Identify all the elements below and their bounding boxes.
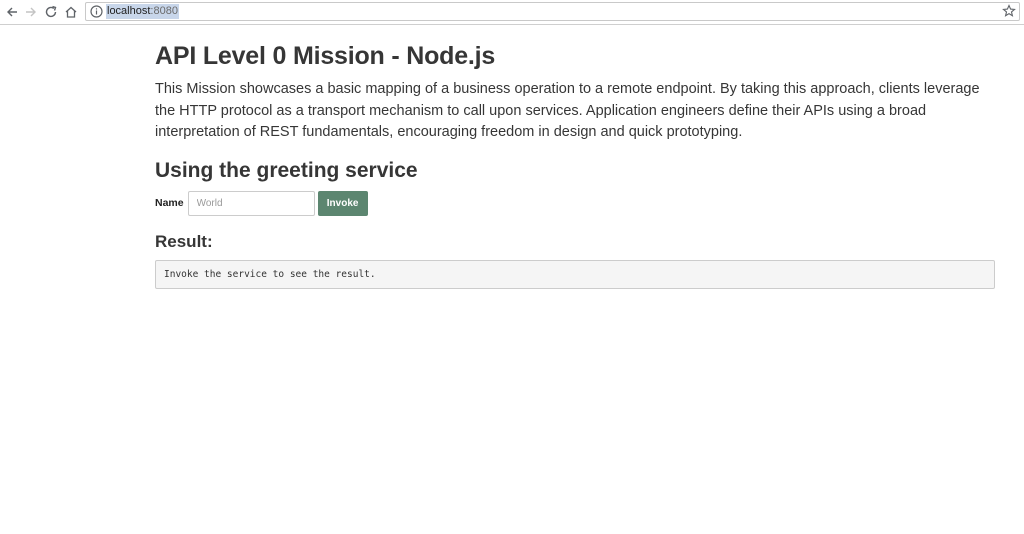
page-description: This Mission showcases a basic mapping o… [155, 81, 980, 140]
back-button[interactable] [3, 3, 21, 21]
forward-button[interactable] [22, 3, 40, 21]
reload-button[interactable] [42, 3, 60, 21]
arrow-left-icon [7, 7, 17, 17]
result-box: Invoke the service to see the result. [155, 259, 995, 289]
arrow-right-icon [26, 7, 36, 17]
address-bar[interactable]: localhost:8080 [85, 2, 1020, 21]
url-port: :8080 [150, 5, 178, 17]
browser-toolbar: localhost:8080 [0, 0, 1024, 25]
main-content: API Level 0 Mission - Node.js This Missi… [155, 25, 995, 289]
url-host: localhost [107, 5, 151, 17]
page-title: API Level 0 Mission - Node.js [155, 42, 496, 70]
name-label: Name [155, 197, 184, 209]
result-title: Result: [155, 231, 213, 251]
invoke-button[interactable]: Invoke [317, 190, 368, 216]
info-icon[interactable] [90, 5, 103, 18]
star-icon[interactable] [1002, 4, 1016, 18]
greeting-form: Name Invoke [155, 190, 995, 216]
result-text: Invoke the service to see the result. [164, 268, 376, 280]
reload-icon [45, 5, 57, 18]
home-icon [65, 6, 77, 18]
name-input[interactable] [187, 190, 315, 216]
url-text[interactable]: localhost:8080 [106, 4, 179, 19]
section-title: Using the greeting service [155, 158, 418, 182]
home-button[interactable] [62, 3, 80, 21]
